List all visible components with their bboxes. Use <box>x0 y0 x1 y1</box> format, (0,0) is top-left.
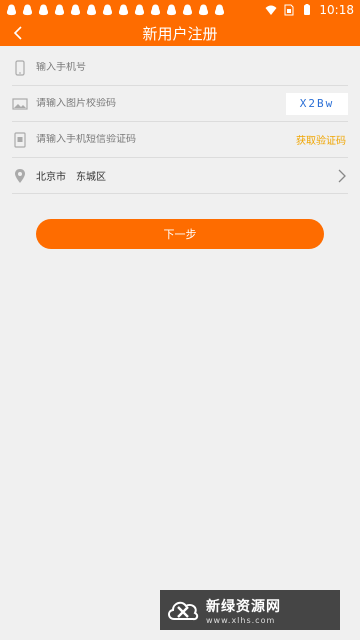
clock: 10:18 <box>319 3 354 17</box>
notification-icons <box>6 4 225 16</box>
sms-code-icon <box>14 131 26 148</box>
qq-icon <box>182 4 193 16</box>
wifi-icon <box>265 5 277 15</box>
cloud-logo-icon <box>168 601 199 621</box>
region-city: 北京市 <box>36 172 66 183</box>
chevron-left-icon <box>13 26 22 40</box>
watermark-title: 新绿资源网 <box>206 598 281 615</box>
region-row[interactable]: 北京市 东城区 <box>12 158 348 194</box>
back-button[interactable] <box>8 23 28 43</box>
captcha-image[interactable]: X2Bw <box>286 92 348 115</box>
sms-code-row: 获取验证码 <box>12 122 348 158</box>
qq-icon <box>198 4 209 16</box>
phone-icon <box>15 59 25 76</box>
sms-code-input[interactable] <box>36 134 296 145</box>
watermark: 新绿资源网 www.xlhs.com <box>160 590 340 630</box>
qq-icon <box>118 4 129 16</box>
next-step-button[interactable]: 下一步 <box>36 219 324 249</box>
get-code-button[interactable]: 获取验证码 <box>296 132 348 147</box>
location-pin-icon <box>15 168 25 183</box>
qq-icon <box>214 4 225 16</box>
qq-icon <box>70 4 81 16</box>
qq-icon <box>150 4 161 16</box>
watermark-text: 新绿资源网 www.xlhs.com <box>206 596 281 625</box>
battery-icon <box>304 4 311 15</box>
page-title: 新用户注册 <box>142 24 218 43</box>
register-form: X2Bw 获取验证码 北京市东城区 <box>0 50 360 194</box>
status-right: 10:18 <box>265 3 354 17</box>
phone-input[interactable] <box>36 62 348 73</box>
image-captcha-input[interactable] <box>36 98 286 109</box>
qq-icon <box>38 4 49 16</box>
qq-icon <box>22 4 33 16</box>
qq-icon <box>102 4 113 16</box>
watermark-url: www.xlhs.com <box>206 615 276 625</box>
status-bar: 10:18 <box>0 0 360 20</box>
qq-icon <box>54 4 65 16</box>
image-icon <box>12 97 28 110</box>
phone-row <box>12 50 348 86</box>
screen: 10:18 新用户注册 X2Bw <box>0 0 360 640</box>
region-district: 东城区 <box>76 172 106 183</box>
region-selector: 北京市 东城区 <box>36 168 336 183</box>
chevron-right-icon <box>338 169 346 182</box>
sim-icon <box>284 4 294 16</box>
qq-icon <box>166 4 177 16</box>
image-captcha-row: X2Bw <box>12 86 348 122</box>
qq-icon <box>134 4 145 16</box>
qq-icon <box>86 4 97 16</box>
nav-bar: 新用户注册 <box>0 20 360 46</box>
qq-icon <box>6 4 17 16</box>
